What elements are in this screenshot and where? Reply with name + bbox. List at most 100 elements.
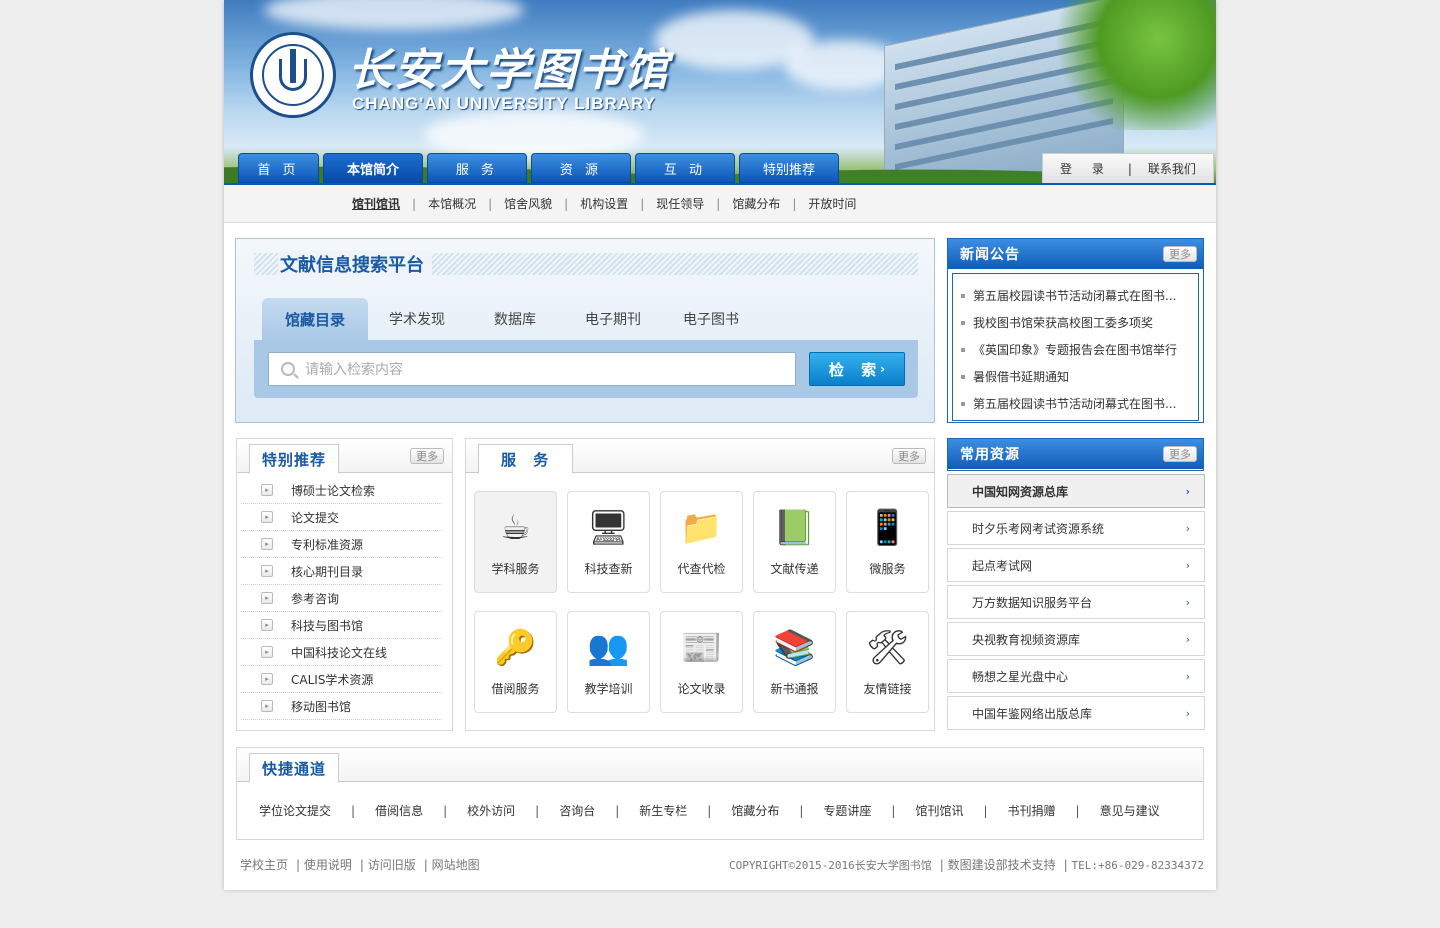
main-nav: 首 页 本馆简介 服 务 资 源 互 动 特别推荐 — [238, 153, 839, 183]
footer-info: COPYRIGHT©2015-2016长安大学图书馆 | 数图建设部技术支持 | T… — [728, 858, 1204, 872]
quick-link[interactable]: 馆刊馆讯 — [915, 802, 963, 819]
services-header: 服 务 更多 — [466, 439, 934, 474]
tab-ebook[interactable]: 电子图书 — [662, 298, 760, 340]
search-input[interactable]: 请输入检索内容 — [268, 352, 796, 386]
nav-item-home[interactable]: 首 页 — [238, 153, 319, 183]
recommend-more-button[interactable]: 更多 — [410, 448, 444, 464]
university-seal-logo[interactable] — [250, 32, 336, 118]
news-more-button[interactable]: 更多 — [1163, 246, 1197, 262]
nav-item-resources[interactable]: 资 源 — [531, 153, 631, 183]
news-item[interactable]: 我校图书馆荣获高校图工委多项奖 — [961, 309, 1198, 336]
nav-item-recommend[interactable]: 特别推荐 — [739, 153, 839, 183]
list-item[interactable]: ▸ 移动图书馆 — [241, 693, 442, 720]
chevron-right-icon: › — [1185, 595, 1190, 609]
subnav-item-buildings[interactable]: 馆舍风貌 — [504, 195, 552, 212]
tab-database[interactable]: 数据库 — [466, 298, 564, 340]
quick-link[interactable]: 书刊捐赠 — [1008, 802, 1056, 819]
library-name-en: CHANG'AN UNIVERSITY LIBRARY — [352, 94, 657, 113]
subnav-item-news[interactable]: 馆刊馆讯 — [352, 195, 400, 212]
search-button-label: 检 索 — [828, 360, 883, 379]
news-item[interactable]: 第五届校园读书节活动闭幕式在图书... — [961, 390, 1198, 417]
news-item[interactable]: 第五届校园读书节活动闭幕式在图书... — [961, 282, 1198, 309]
login-link[interactable]: 登 录 — [1060, 160, 1112, 177]
tab-catalog[interactable]: 馆藏目录 — [262, 298, 368, 340]
nav-item-services[interactable]: 服 务 — [427, 153, 527, 183]
arrow-bullet-icon: ▸ — [261, 565, 273, 577]
service-proxy-search[interactable]: 📁 代查代检 — [660, 491, 743, 593]
nav-item-interaction[interactable]: 互 动 — [635, 153, 735, 183]
mobile-phone-icon: 📱 — [866, 508, 909, 548]
resource-item[interactable]: 时夕乐考网考试资源系统 › — [947, 511, 1205, 545]
list-item[interactable]: ▸ 参考咨询 — [241, 585, 442, 612]
quick-link[interactable]: 意见与建议 — [1100, 802, 1160, 819]
list-item[interactable]: ▸ 博硕士论文检索 — [241, 477, 442, 504]
service-paper-indexing[interactable]: 📰 论文收录 — [660, 611, 743, 713]
news-item[interactable]: 暑假借书延期通知 — [961, 363, 1198, 390]
subnav-item-leaders[interactable]: 现任领导 — [656, 195, 704, 212]
footer-link-school[interactable]: 学校主页 — [240, 858, 288, 872]
subnav-item-hours[interactable]: 开放时间 — [808, 195, 856, 212]
tech-support: 数图建设部技术支持 — [947, 858, 1056, 872]
quick-link[interactable]: 学位论文提交 — [259, 802, 331, 819]
nav-item-about[interactable]: 本馆简介 — [323, 153, 423, 183]
contact-link[interactable]: 联系我们 — [1148, 160, 1196, 177]
list-item[interactable]: ▸ 专利标准资源 — [241, 531, 442, 558]
footer-link-old-version[interactable]: 访问旧版 — [368, 858, 416, 872]
resource-item[interactable]: 万方数据知识服务平台 › — [947, 585, 1205, 619]
chevron-right-icon: › — [880, 362, 886, 376]
services-more-button[interactable]: 更多 — [892, 448, 926, 464]
subnav-item-organization[interactable]: 机构设置 — [580, 195, 628, 212]
resource-item[interactable]: 中国知网资源总库 › — [947, 474, 1205, 508]
resource-item[interactable]: 中国年鉴网络出版总库 › — [947, 696, 1205, 730]
list-item[interactable]: ▸ 论文提交 — [241, 504, 442, 531]
chevron-right-icon: › — [1185, 706, 1190, 720]
users-icon: 👥 — [587, 628, 630, 668]
resource-item[interactable]: 起点考试网 › — [947, 548, 1205, 582]
quick-header: 快捷通道 — [237, 748, 1203, 783]
recommend-box: 特别推荐 更多 ▸ 博硕士论文检索 ▸ 论文提交 ▸ 专利标准资源 ▸ 核心期刊目录 ▸… — [236, 438, 453, 731]
resource-item[interactable]: 央视教育视频资源库 › — [947, 622, 1205, 656]
service-novelty-search[interactable]: 🖥 科技查新 — [567, 491, 650, 593]
subnav-item-overview[interactable]: 本馆概况 — [428, 195, 476, 212]
service-micro[interactable]: 📱 微服务 — [846, 491, 929, 593]
subnav-item-collection[interactable]: 馆藏分布 — [732, 195, 780, 212]
arrow-bullet-icon: ▸ — [261, 673, 273, 685]
book-stack-icon: 📚 — [773, 628, 816, 668]
chevron-right-icon: › — [1185, 632, 1190, 646]
quick-link[interactable]: 校外访问 — [467, 802, 515, 819]
list-item[interactable]: ▸ 中国科技论文在线 — [241, 639, 442, 666]
folder-gear-icon: 📁 — [680, 508, 723, 548]
leaves-decoration — [1044, 0, 1216, 130]
quick-link[interactable]: 借阅信息 — [375, 802, 423, 819]
list-item[interactable]: ▸ CALIS学术资源 — [241, 666, 442, 693]
chevron-right-icon: › — [1185, 558, 1190, 572]
sub-nav: 馆刊馆讯 | 本馆概况 | 馆舍风貌 | 机构设置 | 现任领导 | 馆藏分布 | 开放时间 — [224, 185, 1216, 223]
monitor-gear-icon: 🖥 — [586, 508, 631, 548]
list-item[interactable]: ▸ 核心期刊目录 — [241, 558, 442, 585]
service-training[interactable]: 👥 教学培训 — [567, 611, 650, 713]
news-item[interactable]: 《英国印象》专题报告会在图书馆举行 — [961, 336, 1198, 363]
search-button[interactable]: 检 索 › — [809, 352, 905, 386]
tab-discovery[interactable]: 学术发现 — [368, 298, 466, 340]
divider: | — [1127, 161, 1132, 176]
service-new-books[interactable]: 📚 新书通报 — [753, 611, 836, 713]
quick-link[interactable]: 新生专栏 — [639, 802, 687, 819]
quick-link[interactable]: 馆藏分布 — [731, 802, 779, 819]
service-links[interactable]: 🛠 友情链接 — [846, 611, 929, 713]
quick-link[interactable]: 专题讲座 — [823, 802, 871, 819]
login-bar: 登 录 | 联系我们 — [1042, 153, 1214, 183]
list-item[interactable]: ▸ 科技与图书馆 — [241, 612, 442, 639]
services-grid: ☕ 学科服务 🖥 科技查新 📁 代查代检 📗 文献传递 📱 微服务 🔑 借阅服务 👥 教学培训… — [474, 491, 929, 713]
footer-link-sitemap[interactable]: 网站地图 — [432, 858, 480, 872]
tab-ejournal[interactable]: 电子期刊 — [564, 298, 662, 340]
quick-access-box: 快捷通道 学位论文提交 | 借阅信息 | 校外访问 | 咨询台 | 新生专栏 | 馆藏分布… — [236, 747, 1204, 840]
resources-more-button[interactable]: 更多 — [1163, 446, 1197, 462]
service-document-delivery[interactable]: 📗 文献传递 — [753, 491, 836, 593]
quick-link[interactable]: 咨询台 — [559, 802, 595, 819]
footer-link-help[interactable]: 使用说明 — [304, 858, 352, 872]
quick-links: 学位论文提交 | 借阅信息 | 校外访问 | 咨询台 | 新生专栏 | 馆藏分布 | 专题讲… — [259, 802, 1160, 819]
service-subject[interactable]: ☕ 学科服务 — [474, 491, 557, 593]
search-title: 文献信息搜索平台 — [278, 251, 432, 277]
service-borrowing[interactable]: 🔑 借阅服务 — [474, 611, 557, 713]
resource-item[interactable]: 畅想之星光盘中心 › — [947, 659, 1205, 693]
